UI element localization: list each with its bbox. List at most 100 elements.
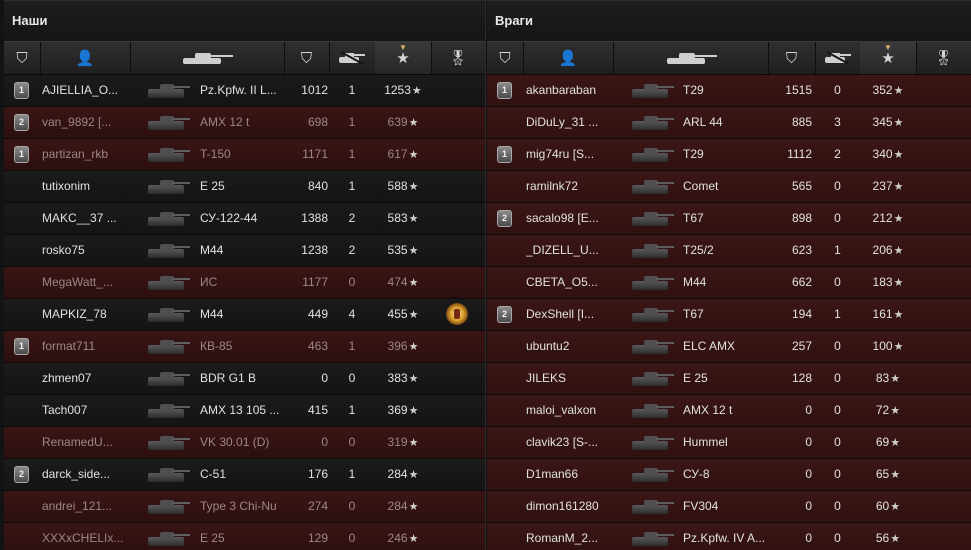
column-xp-header[interactable]: ▼ ★ [375,42,432,74]
player-name[interactable]: maloi_valxon [526,395,612,426]
player-name[interactable]: Tach007 [42,395,124,426]
table-row[interactable]: MAPKIZ_78 M44 449 4 455★ [4,299,485,331]
column-medal-header[interactable]: 🎖 [916,42,971,74]
table-row[interactable]: clavik23 [S-... Hummel 0 0 69★ [487,427,971,459]
damage-value: 565 [791,179,812,193]
table-row[interactable]: JILEKS E 25 128 0 83★ [487,363,971,395]
column-kills-header[interactable] [815,42,861,74]
table-row[interactable]: XXXxCHELIx... E 25 129 0 246★ [4,523,485,550]
player-name[interactable]: partizan_rkb [42,139,124,170]
table-row[interactable]: 2 darck_side... С-51 176 1 284★ [4,459,485,491]
kills-value: 1 [348,403,356,417]
player-name[interactable]: AJIELLIA_O... [42,75,124,106]
xp-cell: 72★ [860,395,916,426]
player-name[interactable]: dimon161280 [526,491,612,522]
column-player-header[interactable]: 👤 [523,42,614,74]
xp-cell: 455★ [375,299,431,330]
table-row[interactable]: ramilnk72 Comet 565 0 237★ [487,171,971,203]
table-row[interactable]: MAKC__37 ... СУ-122-44 1388 2 583★ [4,203,485,235]
column-damage-header[interactable]: ⛉ [768,42,816,74]
xp-value: 1253 [384,83,411,97]
table-row[interactable]: 1 partizan_rkb T-150 1171 1 617★ [4,139,485,171]
player-name[interactable]: _DIZELL_U... [526,235,612,266]
rank-badge-cell: 1 [497,75,515,106]
player-name[interactable]: sacalo98 [E... [526,203,612,234]
player-name[interactable]: akanbaraban [526,75,612,106]
table-row[interactable]: zhmen07 BDR G1 B 0 0 383★ [4,363,485,395]
player-name[interactable]: clavik23 [S-... [526,427,612,458]
table-row[interactable]: D1man66 СУ-8 0 0 65★ [487,459,971,491]
table-row[interactable]: 1 akanbaraban T29 1515 0 352★ [487,75,971,107]
medal-icon[interactable] [446,303,468,325]
table-row[interactable]: 1 format711 КВ-85 463 1 396★ [4,331,485,363]
tank-icon [630,371,674,387]
table-row[interactable]: rosko75 M44 1238 2 535★ [4,235,485,267]
table-row[interactable]: DiDuLy_31 ... ARL 44 885 3 345★ [487,107,971,139]
star-icon: ★ [893,309,904,321]
column-damage-header[interactable]: ⛉ [284,42,330,74]
star-icon: ★ [408,149,419,161]
tank-icon [146,531,190,547]
player-name[interactable]: ramilnk72 [526,171,612,202]
player-name[interactable]: XXXxCHELIx... [42,523,124,550]
table-row[interactable]: _DIZELL_U... T25/2 623 1 206★ [487,235,971,267]
column-vehicle-header[interactable] [613,42,769,74]
player-name[interactable]: rosko75 [42,235,124,266]
rank-badge-cell [497,427,515,458]
player-name[interactable]: ubuntu2 [526,331,612,362]
column-rank-header[interactable]: ⛉ [4,42,41,74]
team-panel-enemy: Враги ⛉ 👤 ⛉ ▼ ★ 🎖 1 akanbaraban T29 1515 0 35… [487,0,971,550]
player-name[interactable]: MegaWatt_... [42,267,124,298]
table-row[interactable]: MegaWatt_... ИС 1177 0 474★ [4,267,485,299]
xp-cell: 284★ [375,459,431,490]
vehicle-thumbnail [140,203,200,234]
player-name[interactable]: CBETA_O5... [526,267,612,298]
kills-icon [339,51,365,65]
tank-icon [630,83,674,99]
player-name[interactable]: format711 [42,331,124,362]
table-row[interactable]: 1 mig74ru [S... T29 1112 2 340★ [487,139,971,171]
medal-cell [925,75,955,106]
xp-cell: 535★ [375,235,431,266]
player-name[interactable]: DexShell [I... [526,299,612,330]
player-name[interactable]: zhmen07 [42,363,124,394]
table-row[interactable]: dimon161280 FV304 0 0 60★ [487,491,971,523]
rank-badge-cell [14,427,32,458]
player-name[interactable]: mig74ru [S... [526,139,612,170]
star-icon: ★ [408,405,419,417]
player-name[interactable]: JILEKS [526,363,612,394]
table-row[interactable]: maloi_valxon AMX 12 t 0 0 72★ [487,395,971,427]
table-row[interactable]: andrei_121... Type 3 Chi-Nu 274 0 284★ [4,491,485,523]
column-medal-header[interactable]: 🎖 [431,42,485,74]
table-row[interactable]: RomanM_2... Pz.Kpfw. IV A... 0 0 56★ [487,523,971,550]
player-name[interactable]: RomanM_2... [526,523,612,550]
table-row[interactable]: 1 AJIELLIA_O... Pz.Kpfw. II L... 1012 1 1253★ [4,75,485,107]
table-row[interactable]: RenamedU... VK 30.01 (D) 0 0 319★ [4,427,485,459]
kills-value: 0 [834,435,841,449]
kills-value: 0 [834,371,841,385]
player-name[interactable]: DiDuLy_31 ... [526,107,612,138]
table-row[interactable]: CBETA_O5... M44 662 0 183★ [487,267,971,299]
table-row[interactable]: Tach007 AMX 13 105 ... 415 1 369★ [4,395,485,427]
player-name[interactable]: darck_side... [42,459,124,490]
player-name[interactable]: van_9892 [... [42,107,124,138]
table-row[interactable]: tutixonim E 25 840 1 588★ [4,171,485,203]
column-xp-header[interactable]: ▼ ★ [860,42,917,74]
column-kills-header[interactable] [329,42,376,74]
column-player-header[interactable]: 👤 [40,42,131,74]
player-name[interactable]: andrei_121... [42,491,124,522]
vehicle-thumbnail [624,235,684,266]
xp-value: 183 [872,275,893,289]
player-name[interactable]: RenamedU... [42,427,124,458]
column-vehicle-header[interactable] [130,42,285,74]
player-name[interactable]: MAPKIZ_78 [42,299,124,330]
player-name[interactable]: tutixonim [42,171,124,202]
table-row[interactable]: 2 van_9892 [... AMX 12 t 698 1 639★ [4,107,485,139]
player-name[interactable]: D1man66 [526,459,612,490]
table-row[interactable]: 2 DexShell [I... T67 194 1 161★ [487,299,971,331]
player-name[interactable]: MAKC__37 ... [42,203,124,234]
vehicle-name: M44 [200,243,224,257]
column-rank-header[interactable]: ⛉ [487,42,524,74]
table-row[interactable]: ubuntu2 ELC AMX 257 0 100★ [487,331,971,363]
table-row[interactable]: 2 sacalo98 [E... T67 898 0 212★ [487,203,971,235]
